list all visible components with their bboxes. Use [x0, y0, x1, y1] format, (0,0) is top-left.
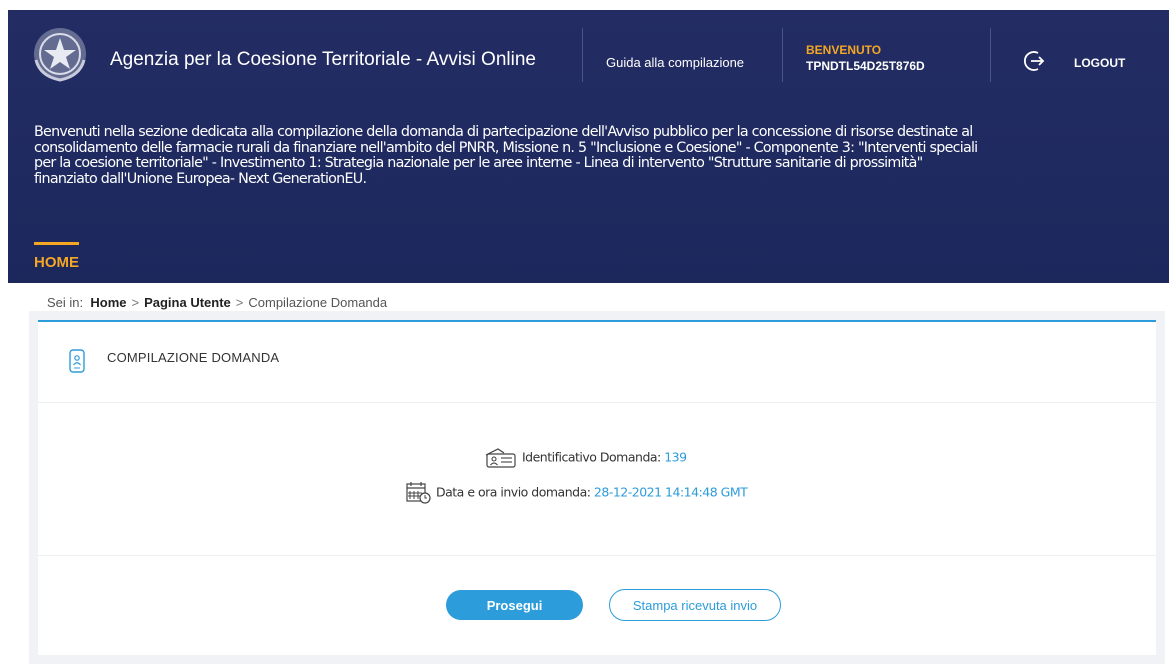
header-divider: [990, 28, 991, 82]
welcome-label: BENVENUTO: [806, 43, 882, 57]
guide-link[interactable]: Guida alla compilazione: [606, 55, 744, 70]
application-id-label: Identificativo Domanda:: [522, 449, 661, 465]
application-id-row: Identificativo Domanda: 139: [484, 447, 687, 469]
intro-line: per la coesione territoriale" - Investim…: [34, 155, 923, 171]
intro-line: Benvenuti nella sezione dedicata alla co…: [34, 124, 973, 140]
submission-date-label: Data e ora invio domanda:: [436, 484, 591, 500]
calendar-clock-icon: [406, 482, 431, 504]
panel-title: COMPILAZIONE DOMANDA: [107, 350, 280, 365]
tab-home[interactable]: HOME: [34, 242, 79, 271]
breadcrumb-separator: >: [235, 295, 244, 310]
header-divider: [782, 28, 783, 82]
user-code: TPNDTL54D25T876D: [806, 59, 925, 73]
submission-date-row: Data e ora invio domanda: 28-12-2021 14:…: [406, 481, 748, 505]
republic-emblem-icon: [34, 28, 86, 82]
breadcrumb-prefix: Sei in:: [47, 295, 84, 310]
breadcrumb-user-page[interactable]: Pagina Utente: [144, 295, 231, 310]
application-id-value: 139: [664, 449, 687, 465]
intro-line: consolidamento delle farmacie rurali da …: [34, 139, 978, 156]
panel-body: Identificativo Domanda: 139 Data e ora i…: [38, 403, 1156, 556]
breadcrumb-home[interactable]: Home: [90, 295, 126, 310]
intro-text: Benvenuti nella sezione dedicata alla co…: [34, 124, 1169, 187]
print-receipt-button[interactable]: Stampa ricevuta invio: [609, 589, 781, 621]
badge-icon: [69, 349, 85, 373]
breadcrumb: Sei in: Home > Pagina Utente > Compilazione …: [47, 295, 387, 310]
app-title: Agenzia per la Coesione Territoriale - A…: [110, 49, 536, 70]
header-divider: [582, 28, 583, 82]
application-panel: COMPILAZIONE DOMANDA Identificativo Doma…: [38, 320, 1156, 655]
intro-line: finanziato dall'Unione Europea- Next Gen…: [34, 170, 367, 187]
panel-actions: Prosegui Stampa ricevuta invio: [38, 556, 1156, 656]
submission-date-value: 28-12-2021 14:14:48 GMT: [593, 484, 748, 500]
site-header: Agenzia per la Coesione Territoriale - A…: [8, 10, 1169, 283]
logout-link[interactable]: LOGOUT: [1074, 56, 1125, 70]
logout-icon[interactable]: [1024, 49, 1048, 73]
breadcrumb-current: Compilazione Domanda: [248, 295, 388, 310]
breadcrumb-separator: >: [131, 295, 140, 310]
panel-header: COMPILAZIONE DOMANDA: [38, 322, 1156, 403]
continue-button[interactable]: Prosegui: [446, 590, 583, 620]
id-card-icon: [485, 448, 516, 468]
